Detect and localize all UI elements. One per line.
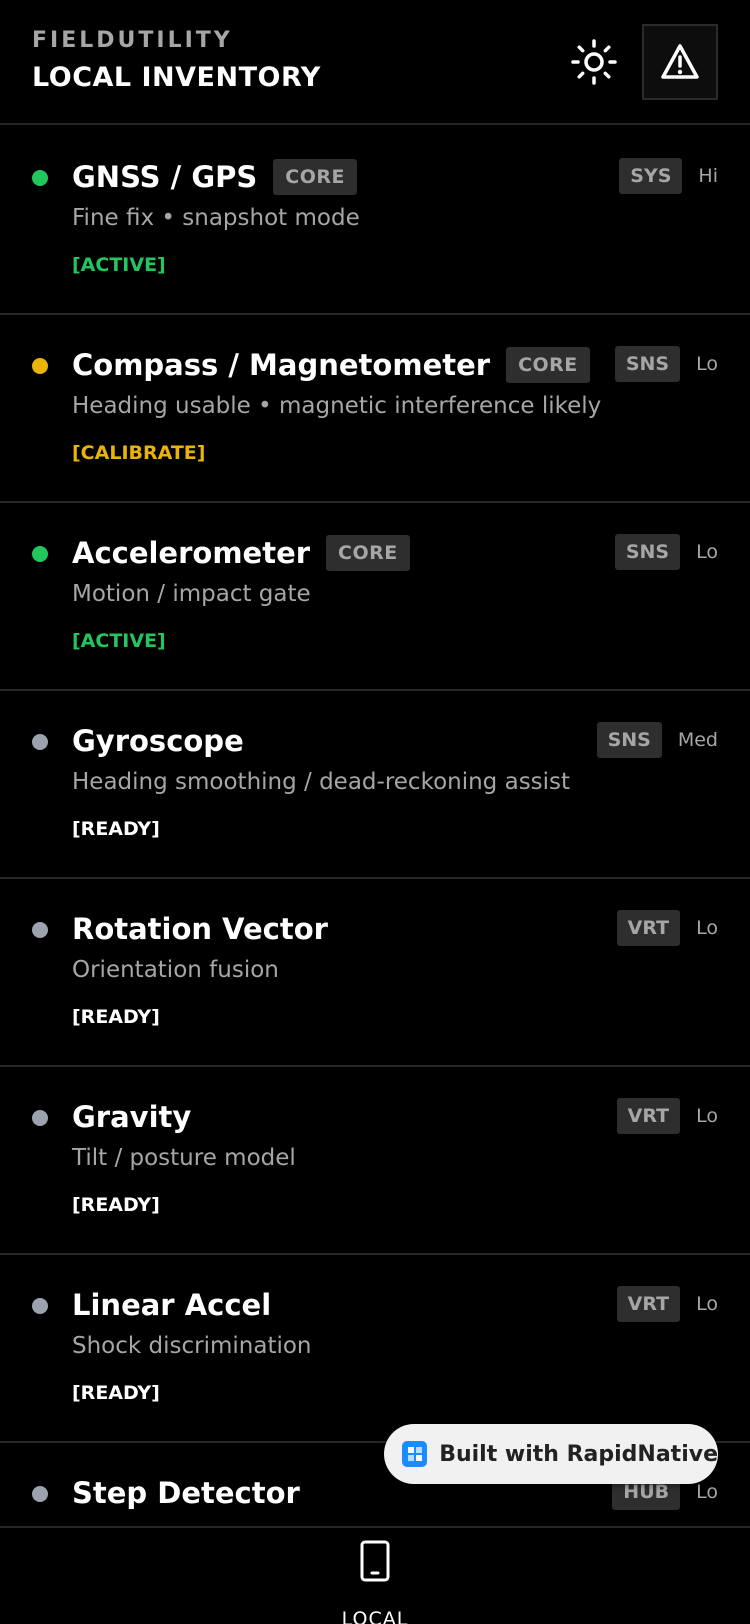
status-dot — [32, 1298, 48, 1314]
rapidnative-logo-icon — [402, 1441, 428, 1467]
sensor-name: Gyroscope — [72, 724, 244, 758]
sensor-row-gravity[interactable]: Gravity VRT Lo Tilt / posture model [REA… — [0, 1067, 750, 1255]
sensor-row-gnss[interactable]: GNSS / GPS CORE SYS Hi Fine fix • snapsh… — [0, 127, 750, 315]
sensor-type-tag: SNS — [596, 722, 662, 758]
power-level: Hi — [698, 165, 718, 187]
sensor-status: [READY] — [72, 1006, 160, 1028]
sensor-status: [CALIBRATE] — [72, 442, 206, 464]
sensor-status: [ACTIVE] — [72, 630, 166, 652]
sensor-status: [READY] — [72, 1194, 160, 1216]
power-level: Lo — [696, 1105, 718, 1127]
sensor-description: Heading usable • magnetic interference l… — [72, 393, 602, 419]
sensor-description: Tilt / posture model — [72, 1145, 296, 1171]
core-tag: CORE — [506, 347, 590, 383]
status-dot — [32, 170, 48, 186]
built-with-badge[interactable]: Built with RapidNative — [384, 1424, 718, 1484]
power-level: Lo — [696, 1293, 718, 1315]
warning-triangle-icon — [661, 44, 699, 79]
status-dot — [32, 1110, 48, 1126]
page-title: LOCAL INVENTORY — [32, 62, 321, 93]
app-name: FIELDUTILITY — [32, 28, 233, 53]
sensor-description: Heading smoothing / dead-reckoning assis… — [72, 769, 571, 795]
core-tag: CORE — [273, 159, 357, 195]
status-dot — [32, 1486, 48, 1502]
sensor-type-tag: VRT — [616, 910, 681, 946]
power-level: Lo — [696, 353, 718, 375]
sensor-type-tag: SYS — [619, 158, 683, 194]
alert-button[interactable] — [642, 24, 718, 100]
sensor-row-compass[interactable]: Compass / Magnetometer CORE SNS Lo Headi… — [0, 315, 750, 503]
sensor-status: [ACTIVE] — [72, 254, 166, 276]
sensor-row-linear-accel[interactable]: Linear Accel VRT Lo Shock discrimination… — [0, 1255, 750, 1443]
sensor-status: [READY] — [72, 818, 160, 840]
sensor-row-rotation-vector[interactable]: Rotation Vector VRT Lo Orientation fusio… — [0, 879, 750, 1067]
bottom-nav: LOCAL — [0, 1526, 750, 1624]
phone-icon — [360, 1540, 390, 1582]
status-dot — [32, 358, 48, 374]
sensor-name: Compass / Magnetometer — [72, 348, 491, 382]
status-dot — [32, 546, 48, 562]
sensor-name: Accelerometer — [72, 536, 311, 570]
core-tag: CORE — [326, 535, 410, 571]
sensor-name: GNSS / GPS — [72, 160, 258, 194]
power-level: Med — [677, 729, 718, 751]
sensor-description: Fine fix • snapshot mode — [72, 205, 360, 231]
sensor-row-gyroscope[interactable]: Gyroscope SNS Med Heading smoothing / de… — [0, 691, 750, 879]
sensor-type-tag: VRT — [616, 1286, 681, 1322]
theme-toggle-button[interactable] — [566, 36, 622, 88]
power-level: Lo — [696, 917, 718, 939]
sensor-type-tag: SNS — [614, 534, 681, 570]
sensor-type-tag: SNS — [614, 346, 681, 382]
sensor-name: Rotation Vector — [72, 912, 328, 946]
sensor-row-accelerometer[interactable]: Accelerometer CORE SNS Lo Motion / impac… — [0, 503, 750, 691]
sensor-name: Gravity — [72, 1100, 192, 1134]
sensor-status: [READY] — [72, 1382, 160, 1404]
power-level: Lo — [696, 1481, 718, 1503]
sensor-type-tag: VRT — [616, 1098, 681, 1134]
power-level: Lo — [696, 541, 718, 563]
sensor-name: Step Detector — [72, 1476, 300, 1510]
sensor-description: Motion / impact gate — [72, 581, 311, 607]
sensor-name: Linear Accel — [72, 1288, 272, 1322]
sensor-description: Shock discrimination — [72, 1333, 312, 1359]
tab-local[interactable]: LOCAL — [325, 1540, 425, 1624]
status-dot — [32, 922, 48, 938]
sensor-list: GNSS / GPS CORE SYS Hi Fine fix • snapsh… — [0, 127, 750, 1529]
app-header: FIELDUTILITY LOCAL INVENTORY — [0, 0, 750, 125]
tab-local-label: LOCAL — [341, 1608, 409, 1624]
sun-icon — [571, 39, 617, 85]
badge-text: Built with RapidNative — [439, 1441, 718, 1467]
status-dot — [32, 734, 48, 750]
sensor-description: Orientation fusion — [72, 957, 279, 983]
